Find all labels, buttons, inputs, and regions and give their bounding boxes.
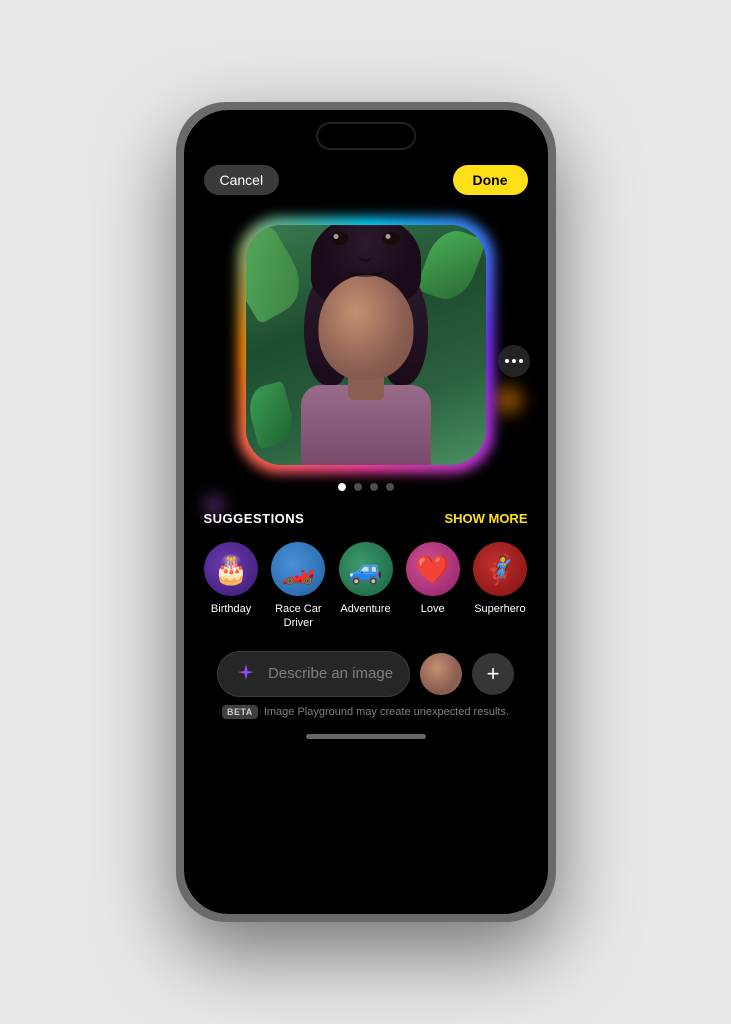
face-illustration xyxy=(286,255,446,465)
suggestion-love[interactable]: ❤️ Love xyxy=(405,542,460,631)
nose-illustration xyxy=(359,250,373,262)
suggestions-row: 🎂 Birthday 🏎️ Race CarDriver 🚙 xyxy=(204,542,528,631)
input-placeholder-text: Describe an image xyxy=(268,665,393,682)
page-dot-3[interactable] xyxy=(370,483,378,491)
beta-badge: BETA xyxy=(222,705,258,719)
birthday-emoji: 🎂 xyxy=(214,553,249,586)
beta-notice: BETA Image Playground may create unexpec… xyxy=(217,703,514,723)
mouth-illustration xyxy=(348,263,384,277)
love-icon: ❤️ xyxy=(406,542,460,596)
suggestions-header: SUGGESTIONS SHOW MORE xyxy=(204,511,528,526)
beta-message: Image Playground may create unexpected r… xyxy=(264,706,509,718)
suggestion-birthday[interactable]: 🎂 Birthday xyxy=(204,542,259,631)
plus-icon: + xyxy=(487,663,500,685)
page-dot-1[interactable] xyxy=(338,483,346,491)
eyes-illustration xyxy=(331,232,401,245)
adventure-emoji: 🚙 xyxy=(348,553,383,586)
more-options-button[interactable] xyxy=(498,345,530,377)
racecar-icon: 🏎️ xyxy=(271,542,325,596)
avatar-image xyxy=(420,653,462,695)
dynamic-island xyxy=(316,122,416,150)
adventure-label: Adventure xyxy=(340,602,390,616)
sparkle-icon xyxy=(234,662,258,686)
phone-frame: Cancel Done xyxy=(176,102,556,922)
suggestion-racecar[interactable]: 🏎️ Race CarDriver xyxy=(271,542,326,631)
more-dots-icon xyxy=(505,359,523,363)
page-dot-4[interactable] xyxy=(386,483,394,491)
done-button[interactable]: Done xyxy=(453,165,528,195)
suggestion-adventure[interactable]: 🚙 Adventure xyxy=(338,542,393,631)
main-content: SUGGESTIONS SHOW MORE 🎂 Birthday 🏎️ xyxy=(184,205,548,914)
portrait-illustration xyxy=(246,225,486,465)
bokeh-decoration-1 xyxy=(493,385,523,415)
love-label: Love xyxy=(421,602,445,616)
face-avatar-button[interactable] xyxy=(420,653,462,695)
input-row: Describe an image + xyxy=(217,651,514,697)
generated-image xyxy=(246,225,486,465)
adventure-icon: 🚙 xyxy=(339,542,393,596)
show-more-button[interactable]: SHOW MORE xyxy=(444,511,527,526)
cancel-button[interactable]: Cancel xyxy=(204,165,280,195)
love-emoji: ❤️ xyxy=(415,553,450,586)
suggestions-title: SUGGESTIONS xyxy=(204,511,305,526)
head-illustration xyxy=(318,275,413,380)
racecar-label: Race CarDriver xyxy=(275,602,321,631)
pagination-dots xyxy=(338,483,394,491)
home-indicator xyxy=(306,734,426,739)
eye-right xyxy=(383,232,401,245)
add-button[interactable]: + xyxy=(472,653,514,695)
superhero-emoji: 🦸 xyxy=(482,553,517,586)
superhero-icon: 🦸 xyxy=(473,542,527,596)
bottom-area: Describe an image + BETA Image Playgroun… xyxy=(201,641,530,728)
suggestion-superhero[interactable]: 🦸 Superhero xyxy=(472,542,527,631)
eye-left xyxy=(331,232,349,245)
superhero-label: Superhero xyxy=(474,602,525,616)
racecar-emoji: 🏎️ xyxy=(281,553,316,586)
generated-image-container[interactable] xyxy=(246,225,486,465)
birthday-icon: 🎂 xyxy=(204,542,258,596)
suggestions-section: SUGGESTIONS SHOW MORE 🎂 Birthday 🏎️ xyxy=(184,491,548,641)
phone-screen: Cancel Done xyxy=(184,110,548,914)
describe-input[interactable]: Describe an image xyxy=(217,651,410,697)
page-dot-2[interactable] xyxy=(354,483,362,491)
birthday-label: Birthday xyxy=(211,602,251,616)
